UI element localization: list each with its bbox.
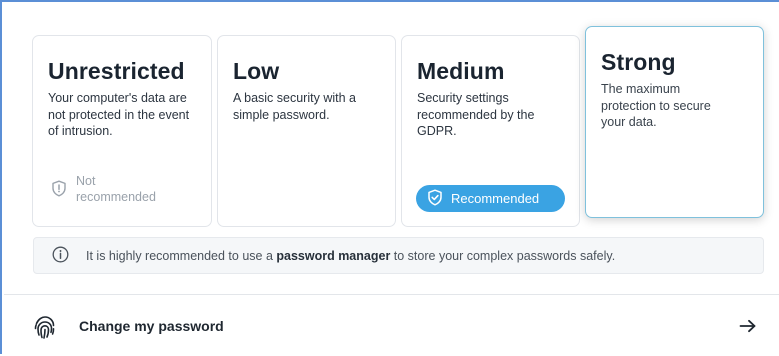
change-password-label: Change my password xyxy=(79,318,224,334)
recommended-badge: Recommended xyxy=(416,185,565,212)
shield-check-icon xyxy=(427,188,443,209)
level-card-medium[interactable]: Medium Security settings recommended by … xyxy=(401,35,580,227)
level-title: Strong xyxy=(601,49,676,75)
tip-emphasis: password manager xyxy=(276,248,391,263)
not-recommended-label: Not recommended xyxy=(76,174,156,204)
security-panel: Unrestricted Your computer's data are no… xyxy=(0,0,779,354)
not-recommended-note: Not recommended xyxy=(51,173,176,205)
password-manager-tip: It is highly recommended to use a passwo… xyxy=(33,237,764,274)
fingerprint-icon xyxy=(32,314,58,345)
level-title: Low xyxy=(233,58,280,84)
change-password-row[interactable]: Change my password xyxy=(4,295,779,356)
level-description: The maximum protection to secure your da… xyxy=(601,82,711,129)
level-title: Unrestricted xyxy=(48,58,185,84)
recommended-label: Recommended xyxy=(451,191,540,206)
tip-suffix: to store your complex passwords safely. xyxy=(390,248,616,263)
level-description: Security settings recommended by the GDP… xyxy=(417,91,535,138)
level-title: Medium xyxy=(417,58,505,84)
arrow-right-icon[interactable] xyxy=(739,319,757,338)
shield-warning-icon xyxy=(51,173,67,201)
info-icon xyxy=(52,246,69,266)
level-card-strong[interactable]: Strong The maximum protection to secure … xyxy=(585,26,764,218)
tip-prefix: It is highly recommended to use a xyxy=(86,248,277,263)
tip-text: It is highly recommended to use a passwo… xyxy=(86,249,615,263)
security-level-cards: Unrestricted Your computer's data are no… xyxy=(32,26,764,227)
level-card-low[interactable]: Low A basic security with a simple passw… xyxy=(217,35,396,227)
level-description: A basic security with a simple password. xyxy=(233,91,356,122)
level-card-unrestricted[interactable]: Unrestricted Your computer's data are no… xyxy=(32,35,212,227)
level-description: Your computer's data are not protected i… xyxy=(48,91,190,138)
